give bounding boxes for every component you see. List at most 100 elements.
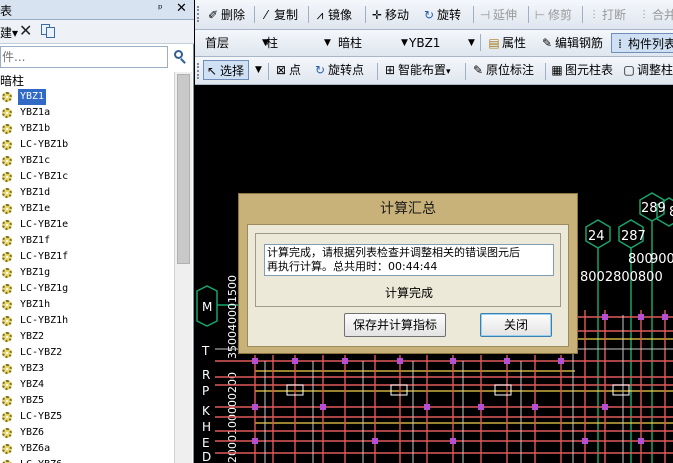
tree-item[interactable]: YBZ6a — [0, 441, 174, 457]
new-dropdown[interactable]: 建▾ — [0, 24, 18, 41]
tree-item[interactable]: LC-YBZ1h — [0, 313, 174, 329]
adjust-column-button[interactable]: ▢ 调整柱 — [621, 60, 673, 80]
tree-item[interactable]: YBZ1e — [0, 201, 174, 217]
tree-item-label: LC-YBZ6 — [18, 457, 64, 463]
chevron-down-icon: ▼ — [468, 38, 475, 48]
properties-icon: ▤ — [488, 36, 500, 50]
tree-item[interactable]: LC-YBZ2 — [0, 345, 174, 361]
tree-item[interactable]: YBZ6 — [0, 425, 174, 441]
point-button[interactable]: ⊠ 点 — [273, 60, 301, 80]
cursor-icon: ↖ — [206, 64, 218, 78]
search-icon[interactable] — [172, 49, 188, 65]
type-select[interactable]: 暗柱 ▼ — [338, 33, 408, 53]
edit-toolbar: ✐删除 ⁄复制 ⩘镜像 ✛移动 ↻旋转 ⊣延伸 ⊢修剪 ⫶打断 ⫶合并 — [195, 0, 673, 30]
component-tree: YBZ1 YBZ1a YBZ1b LC-YBZ1b YBZ1c LC-YBZ1c YBZ1d… — [0, 89, 174, 463]
tree-item-label: LC-YBZ1e — [20, 219, 69, 230]
chevron-down-icon: ▼ — [401, 38, 408, 48]
select-dropdown[interactable]: ▼ — [255, 60, 262, 80]
trim-button[interactable]: ⊢ 修剪 — [532, 5, 572, 25]
calc-summary-dialog: 计算汇总 计算完成，请根据列表检查并调整相关的错误图元后 再执行计算。总共用时：… — [238, 193, 578, 354]
break-button[interactable]: ⫶ 打断 — [586, 5, 626, 25]
tree-item[interactable]: LC-YBZ1b — [0, 137, 174, 153]
close-button[interactable]: 关闭 — [480, 313, 552, 337]
tree-item[interactable]: YBZ1c — [0, 153, 174, 169]
tree-item[interactable]: YBZ1h — [0, 297, 174, 313]
tree-item-label: YBZ5 — [20, 395, 45, 406]
tree-item[interactable]: LC-YBZ5 — [0, 409, 174, 425]
gear-icon — [2, 332, 12, 342]
component-list-button[interactable]: ⁞ 构件列表 — [611, 33, 673, 53]
copy-button[interactable]: ⁄ 复制 — [258, 5, 298, 25]
gear-icon — [2, 364, 12, 374]
message-box[interactable]: 计算完成，请根据列表检查并调整相关的错误图元后 再执行计算。总共用时：00:44… — [264, 244, 554, 276]
tree-item-label: YBZ1b — [20, 123, 51, 134]
toolbar-grip[interactable] — [197, 6, 200, 22]
search-field[interactable] — [0, 46, 168, 68]
tree-item[interactable]: YBZ1a — [0, 105, 174, 121]
tree-item-label: YBZ6 — [20, 427, 45, 438]
floor-select[interactable]: 首层 ▼ — [205, 33, 269, 53]
gear-icon — [2, 300, 12, 310]
tree-item[interactable]: YBZ4 — [0, 377, 174, 393]
tree-item-label: YBZ1d — [20, 187, 51, 198]
tree-item[interactable]: LC-YBZ1f — [0, 249, 174, 265]
tree-item[interactable]: YBZ1 — [0, 89, 174, 105]
tree-item-label: YBZ1h — [20, 299, 51, 310]
tree-item-label: YBZ2 — [20, 331, 45, 342]
tree-item-label: YBZ1 — [18, 89, 47, 105]
pin-icon[interactable]: ᵖ — [158, 2, 163, 15]
close-panel-icon[interactable]: ✕ — [176, 1, 187, 16]
tree-item[interactable]: LC-YBZ1c — [0, 169, 174, 185]
tree-item[interactable]: YBZ3 — [0, 361, 174, 377]
properties-button[interactable]: ▤ 属性 — [486, 33, 526, 53]
element-select[interactable]: YBZ1 ▼ — [409, 33, 479, 53]
delete-icon[interactable]: ✕ — [19, 21, 32, 40]
dialog-title[interactable]: 计算汇总 — [239, 194, 577, 224]
gear-icon — [2, 284, 12, 294]
toolbar-grip[interactable] — [197, 63, 200, 79]
select-button[interactable]: ↖ 选择 — [203, 60, 250, 80]
rotate-button[interactable]: ↻ 旋转 — [421, 5, 461, 25]
delete-button[interactable]: ✐ 删除 — [205, 5, 245, 25]
tree-item-label: LC-YBZ1h — [20, 315, 69, 326]
gear-icon — [2, 396, 12, 406]
tree-item[interactable]: YBZ1f — [0, 233, 174, 249]
rotate-point-icon: ↻ — [314, 63, 326, 77]
tree-item[interactable]: YBZ1b — [0, 121, 174, 137]
move-button[interactable]: ✛ 移动 — [369, 5, 409, 25]
tree-scrollbar[interactable] — [174, 72, 192, 463]
mirror-icon: ⩘ — [316, 8, 324, 22]
axis-letter: D — [202, 450, 211, 463]
tree-item[interactable]: YBZ1d — [0, 185, 174, 201]
tree-item[interactable]: YBZ2 — [0, 329, 174, 345]
mirror-button[interactable]: ⩘ 镜像 — [312, 5, 352, 25]
tree-item[interactable]: YBZ1g — [0, 265, 174, 281]
copy-icon[interactable] — [40, 24, 56, 38]
message-group: 计算完成，请根据列表检查并调整相关的错误图元后 再执行计算。总共用时：00:44… — [255, 233, 561, 307]
axis-label: 9000 — [650, 252, 673, 267]
tree-item[interactable]: LC-YBZ6 — [0, 457, 174, 463]
save-and-calc-button[interactable]: 保存并计算指标 — [344, 313, 446, 337]
category-select[interactable]: 柱 ▼ — [266, 33, 331, 53]
panel-title-bar: 表 ᵖ ✕ — [0, 0, 194, 20]
tree-category-header[interactable]: 暗柱 — [0, 72, 24, 89]
smart-layout-button[interactable]: ⊞ 智能布置▾ — [382, 60, 451, 80]
search-input[interactable] — [1, 47, 167, 67]
edit-rebar-button[interactable]: ✎ 编辑钢筋 — [539, 33, 603, 53]
scrollbar-thumb[interactable] — [177, 74, 190, 264]
tree-item[interactable]: YBZ5 — [0, 393, 174, 409]
break-icon: ⫶ — [592, 8, 596, 22]
merge-button[interactable]: ⫶合并 — [636, 5, 673, 25]
rotate-point-button[interactable]: ↻ 旋转点 — [312, 60, 364, 80]
axis-letter: K — [202, 404, 211, 418]
tree-item-label: YBZ1e — [20, 203, 51, 214]
column-table-button[interactable]: ▦ 图元柱表 — [549, 60, 613, 80]
tree-item[interactable]: LC-YBZ1e — [0, 217, 174, 233]
in-place-label-button[interactable]: ✎ 原位标注 — [470, 60, 534, 80]
tree-item[interactable]: LC-YBZ1g — [0, 281, 174, 297]
axis-label: 8002800800 — [580, 270, 663, 285]
extend-button[interactable]: ⊣ 延伸 — [477, 5, 517, 25]
move-icon: ✛ — [371, 8, 383, 22]
tree-item-label: YBZ3 — [20, 363, 45, 374]
gear-icon — [2, 444, 12, 454]
